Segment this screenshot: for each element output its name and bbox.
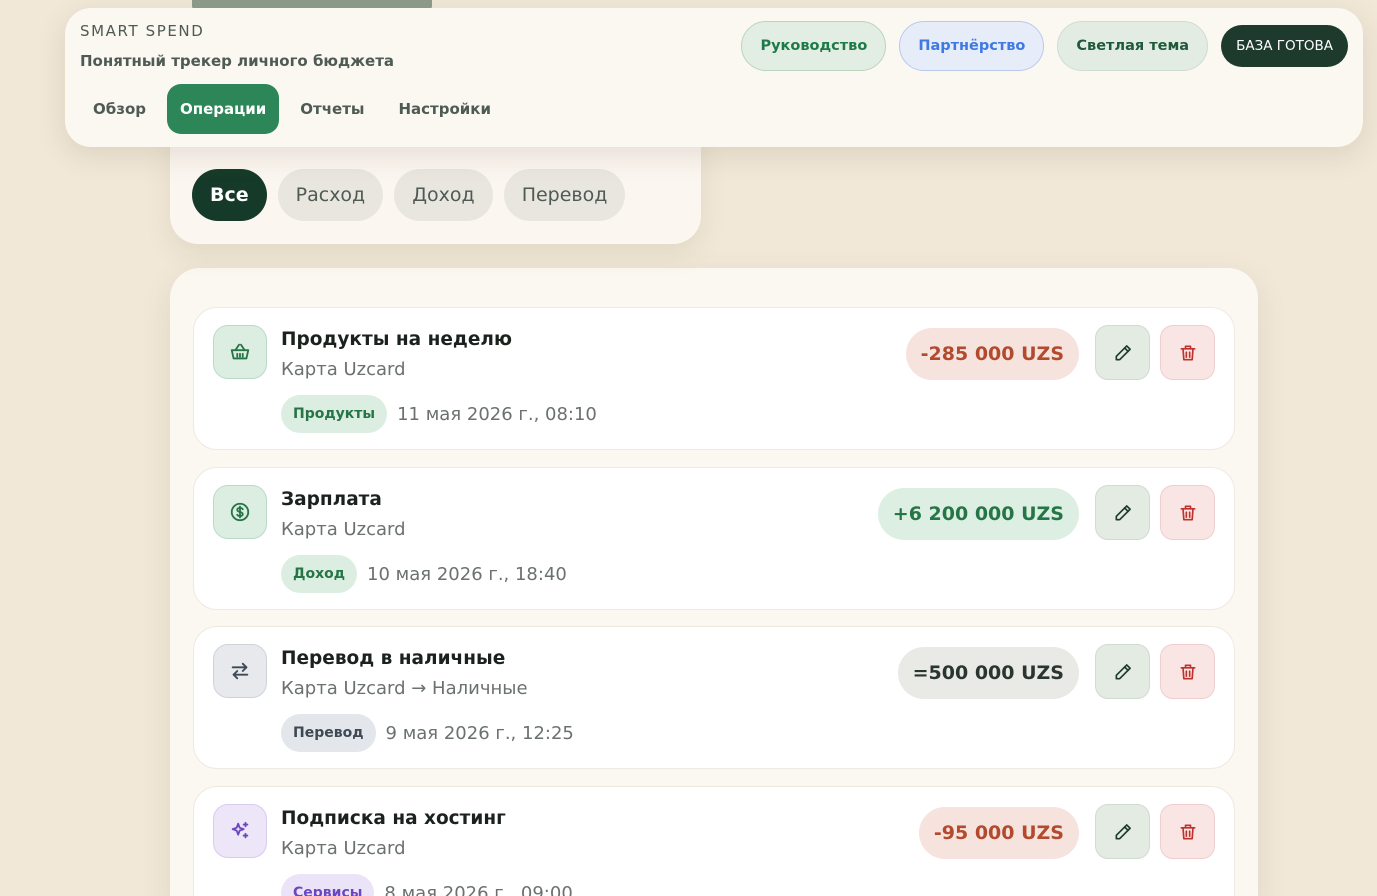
transaction-title: Перевод в наличные xyxy=(281,648,506,669)
delete-button[interactable] xyxy=(1160,325,1215,380)
filter-all[interactable]: Все xyxy=(192,169,267,221)
transaction-amount: -95 000 UZS xyxy=(918,807,1079,859)
type-filter-group: Все Расход Доход Перевод xyxy=(192,169,626,221)
basket-icon xyxy=(213,325,267,379)
nav-tab-operations[interactable]: Операции xyxy=(166,84,280,134)
transaction-row: Зарплата Карта Uzcard Доход 10 мая 2026 … xyxy=(193,467,1235,610)
category-tag: Продукты xyxy=(281,395,388,433)
transaction-row: Перевод в наличные Карта Uzcard → Наличн… xyxy=(193,626,1235,769)
transaction-meta: Доход 10 мая 2026 г., 18:40 xyxy=(281,555,567,593)
brand-subtitle: Понятный трекер личного бюджета xyxy=(80,52,395,70)
partnership-button[interactable]: Партнёрство xyxy=(899,21,1045,71)
category-tag: Доход xyxy=(281,555,358,593)
transactions-list: Продукты на неделю Карта Uzcard Продукты… xyxy=(170,268,1258,896)
header-actions: Руководство Партнёрство Светлая тема БАЗ… xyxy=(741,21,1348,71)
theme-toggle-button[interactable]: Светлая тема xyxy=(1057,21,1209,71)
nav-tab-overview[interactable]: Обзор xyxy=(80,84,159,134)
transaction-date: 11 мая 2026 г., 08:10 xyxy=(397,403,597,425)
transaction-date: 10 мая 2026 г., 18:40 xyxy=(367,563,567,585)
transaction-amount: -285 000 UZS xyxy=(905,328,1079,380)
pencil-icon xyxy=(1115,823,1131,839)
transaction-amount: +6 200 000 UZS xyxy=(877,488,1079,540)
transaction-row: Продукты на неделю Карта Uzcard Продукты… xyxy=(193,307,1235,450)
delete-button[interactable] xyxy=(1160,485,1215,540)
edit-button[interactable] xyxy=(1095,485,1150,540)
transaction-date: 9 мая 2026 г., 12:25 xyxy=(385,722,574,744)
filter-transfer[interactable]: Перевод xyxy=(503,169,626,221)
sparkles-icon xyxy=(213,804,267,858)
transaction-amount: =500 000 UZS xyxy=(897,647,1079,699)
edit-button[interactable] xyxy=(1095,804,1150,859)
main-nav: Обзор Операции Отчеты Настройки xyxy=(80,84,504,134)
nav-tab-reports[interactable]: Отчеты xyxy=(287,84,377,134)
trash-icon xyxy=(1180,345,1195,360)
transaction-title: Продукты на неделю xyxy=(281,329,512,350)
category-tag: Перевод xyxy=(281,714,376,752)
transaction-account: Карта Uzcard xyxy=(281,519,406,540)
trash-icon xyxy=(1180,664,1195,679)
category-tag: Сервисы xyxy=(281,874,375,896)
transaction-account: Карта Uzcard xyxy=(281,838,406,859)
transaction-meta: Сервисы 8 мая 2026 г., 09:00 xyxy=(281,874,573,896)
delete-button[interactable] xyxy=(1160,644,1215,699)
pencil-icon xyxy=(1115,504,1131,520)
transaction-account: Карта Uzcard → Наличные xyxy=(281,678,528,699)
edit-button[interactable] xyxy=(1095,325,1150,380)
nav-tab-settings[interactable]: Настройки xyxy=(385,84,504,134)
edit-button[interactable] xyxy=(1095,644,1150,699)
delete-button[interactable] xyxy=(1160,804,1215,859)
filter-income[interactable]: Доход xyxy=(394,169,493,221)
transaction-meta: Перевод 9 мая 2026 г., 12:25 xyxy=(281,714,574,752)
pencil-icon xyxy=(1115,344,1131,360)
trash-icon xyxy=(1180,505,1195,520)
transaction-account: Карта Uzcard xyxy=(281,359,406,380)
database-status-badge: БАЗА ГОТОВА xyxy=(1221,25,1348,67)
transaction-title: Подписка на хостинг xyxy=(281,808,506,829)
transaction-title: Зарплата xyxy=(281,489,382,510)
transfer-arrows-icon xyxy=(213,644,267,698)
filter-expense[interactable]: Расход xyxy=(277,169,384,221)
transaction-row: Подписка на хостинг Карта Uzcard Сервисы… xyxy=(193,786,1235,896)
guide-button[interactable]: Руководство xyxy=(741,21,887,71)
transaction-date: 8 мая 2026 г., 09:00 xyxy=(384,882,573,896)
app-header: SMART SPEND Понятный трекер личного бюдж… xyxy=(65,8,1363,147)
brand-name: SMART SPEND xyxy=(80,22,205,40)
pencil-icon xyxy=(1115,663,1131,679)
transaction-meta: Продукты 11 мая 2026 г., 08:10 xyxy=(281,395,597,433)
dollar-circle-icon xyxy=(213,485,267,539)
trash-icon xyxy=(1180,824,1195,839)
